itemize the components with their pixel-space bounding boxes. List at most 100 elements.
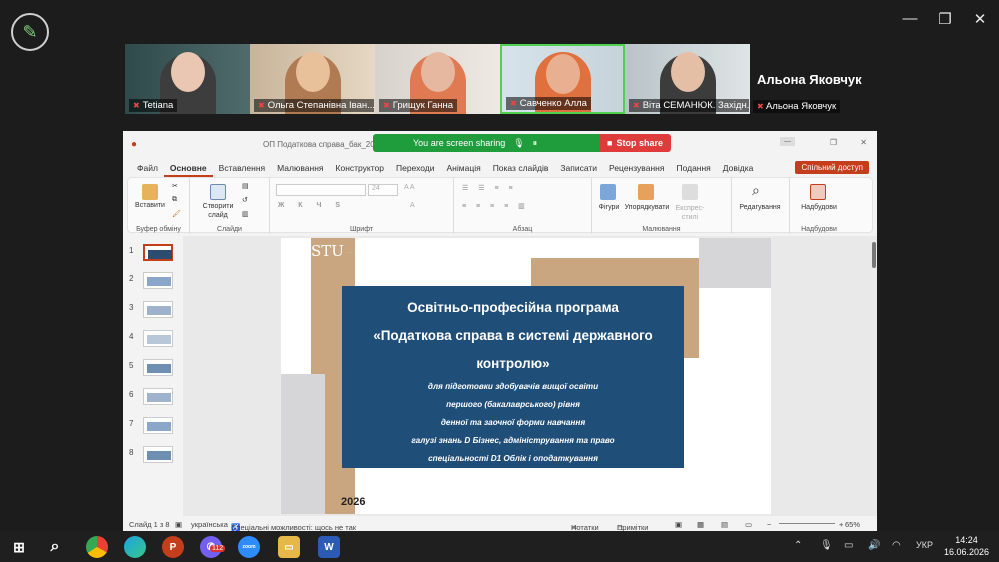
new-slide-button[interactable]: Створити слайд — [200, 202, 236, 220]
bold-italic-underline-icons[interactable]: Ж К Ч S — [278, 202, 346, 209]
font-size-box[interactable]: 24 — [368, 184, 398, 196]
close-button[interactable]: ✕ — [970, 10, 990, 28]
reading-view-icon[interactable]: ▤ — [721, 520, 728, 529]
slide-thumbnail[interactable] — [143, 330, 173, 347]
tab-review[interactable]: Рецензування — [603, 161, 670, 177]
section-icon[interactable]: ▥ — [242, 210, 249, 218]
stop-share-button[interactable]: ■ Stop share — [599, 134, 671, 152]
slide-thumbnail[interactable] — [143, 301, 173, 318]
quick-styles-icon[interactable] — [682, 184, 698, 200]
list-icons[interactable]: ☰ ☰ ≡ ≡ — [462, 184, 517, 192]
window-close[interactable]: ✕ — [860, 138, 867, 147]
title-box[interactable]: Освітньо-професійна програма «Податкова … — [342, 286, 684, 468]
shapes-icon[interactable] — [600, 184, 616, 200]
word-icon[interactable]: W — [318, 536, 340, 558]
sorter-view-icon[interactable]: ▦ — [697, 520, 704, 529]
slide-canvas[interactable]: STU · · · · · · · · Освітньо-професійна п… — [281, 238, 771, 514]
window-restore[interactable]: ❐ — [830, 138, 837, 147]
tab-record[interactable]: Записати — [554, 161, 603, 177]
tab-help[interactable]: Довідка — [717, 161, 760, 177]
slide-thumbnail[interactable] — [143, 417, 173, 434]
windows-start-icon[interactable]: ⊞ — [8, 536, 30, 558]
layout-icon[interactable]: ▤ — [242, 182, 249, 190]
tab-slideshow[interactable]: Показ слайдів — [487, 161, 555, 177]
zoom-slider[interactable] — [779, 523, 835, 524]
participant-tile[interactable]: ✖ Tetiana — [125, 44, 250, 114]
edit-pencil-button[interactable]: ✎ — [11, 13, 49, 51]
slides-label: Слайди — [217, 226, 242, 233]
powerpoint-taskbar-icon[interactable]: P — [162, 536, 184, 558]
zoom-out-icon[interactable]: − — [767, 520, 771, 529]
microphone-icon[interactable]: 🎙 — [820, 540, 833, 551]
tab-draw[interactable]: Малювання — [271, 161, 329, 177]
tab-insert[interactable]: Вставлення — [213, 161, 271, 177]
sharing-text: You are screen sharing — [413, 138, 506, 148]
reset-icon[interactable]: ↺ — [242, 196, 248, 204]
window-minimize[interactable]: — — [780, 137, 795, 146]
chrome-icon[interactable] — [86, 536, 108, 558]
cut-icon[interactable]: ✂ — [172, 182, 178, 190]
minimize-button[interactable]: — — [900, 10, 920, 27]
spellcheck-icon[interactable]: ▣ — [175, 520, 182, 529]
addins-button[interactable]: Надбудови — [794, 204, 844, 211]
editing-button[interactable]: Редагування — [734, 204, 786, 211]
wifi-icon[interactable]: ◠ — [892, 540, 901, 551]
tab-file[interactable]: Файл — [131, 161, 164, 177]
slideshow-view-icon[interactable]: ▭ — [745, 520, 752, 529]
tab-design[interactable]: Конструктор — [330, 161, 390, 177]
volume-icon[interactable]: 🔊 — [868, 540, 880, 551]
slide-thumbnail[interactable] — [143, 359, 173, 376]
restore-button[interactable]: ❐ — [935, 10, 955, 28]
slide-thumbnails: 1 2 3 4 5 6 7 8 — [123, 236, 181, 516]
system-clock[interactable]: 14:24 16.06.2026 — [944, 534, 989, 558]
zoom-level[interactable]: 65% — [845, 520, 860, 529]
arrange-button[interactable]: Упорядкувати — [622, 204, 672, 211]
participant-tile[interactable]: ✖ Грищук Ганна — [375, 44, 500, 114]
normal-view-icon[interactable]: ▣ — [675, 520, 682, 529]
mic-muted-icon: ✖ — [633, 101, 640, 110]
slide-thumbnail[interactable] — [143, 272, 173, 289]
pause-icon[interactable]: ⏸ — [533, 138, 538, 149]
slide-thumbnail[interactable] — [143, 388, 173, 405]
slide-thumbnail[interactable] — [143, 446, 173, 463]
font-color-icon[interactable]: A — [410, 202, 415, 209]
new-slide-icon[interactable] — [210, 184, 226, 200]
language-indicator[interactable]: українська — [191, 520, 228, 529]
active-speaker-tile[interactable]: ✖ Савченко Алла — [500, 44, 625, 114]
paste-icon[interactable] — [142, 184, 158, 200]
slide-title-line: Освітньо-професійна програма — [407, 300, 619, 315]
align-icons[interactable]: ≡ ≡ ≡ ≡ ▥ — [462, 202, 529, 210]
vertical-scrollbar[interactable] — [871, 236, 877, 516]
quick-styles-button[interactable]: Експрес-стилі — [672, 204, 708, 222]
participant-name-large: Альона Яковчук — [757, 72, 862, 87]
tab-transitions[interactable]: Переходи — [390, 161, 441, 177]
arrange-icon[interactable] — [638, 184, 654, 200]
participant-tile[interactable]: ✖ Ольга Степанівна Іван... — [250, 44, 375, 114]
font-name-box[interactable] — [276, 184, 366, 196]
grow-font-icon[interactable]: A A — [404, 184, 415, 191]
file-explorer-icon[interactable]: ▭ — [278, 536, 300, 558]
keyboard-language[interactable]: УКР — [916, 540, 933, 550]
share-access-button[interactable]: Спільний доступ — [795, 161, 869, 174]
zoom-app-icon[interactable]: zoom — [238, 536, 260, 558]
edge-icon[interactable] — [124, 536, 146, 558]
shapes-button[interactable]: Фігури — [592, 204, 626, 211]
scrollbar-thumb[interactable] — [872, 242, 876, 268]
font-label: Шрифт — [349, 226, 374, 233]
tab-animations[interactable]: Анімація — [441, 161, 487, 177]
copy-icon[interactable]: ⧉ — [172, 196, 177, 204]
addins-group: Надбудови Надбудови — [790, 178, 848, 234]
addins-icon[interactable] — [810, 184, 826, 200]
tab-view[interactable]: Подання — [670, 161, 716, 177]
paste-button[interactable]: Вставити — [130, 202, 170, 209]
chevron-up-icon[interactable]: ⌃ — [794, 540, 802, 551]
battery-icon[interactable]: ▭ — [844, 540, 853, 551]
participant-tile[interactable]: ✖ Віта СЕМАНЮК. Західн... — [625, 44, 750, 114]
slide-thumbnail[interactable] — [143, 244, 173, 261]
format-painter-icon[interactable]: 🖌 — [172, 210, 181, 218]
zoom-in-icon[interactable]: + — [839, 520, 843, 529]
mic-icon[interactable]: 🎙 — [513, 138, 524, 149]
search-icon[interactable]: ⌕ — [44, 536, 66, 558]
tab-home[interactable]: Основне — [163, 161, 213, 177]
search-icon[interactable]: ⌕ — [752, 182, 760, 199]
